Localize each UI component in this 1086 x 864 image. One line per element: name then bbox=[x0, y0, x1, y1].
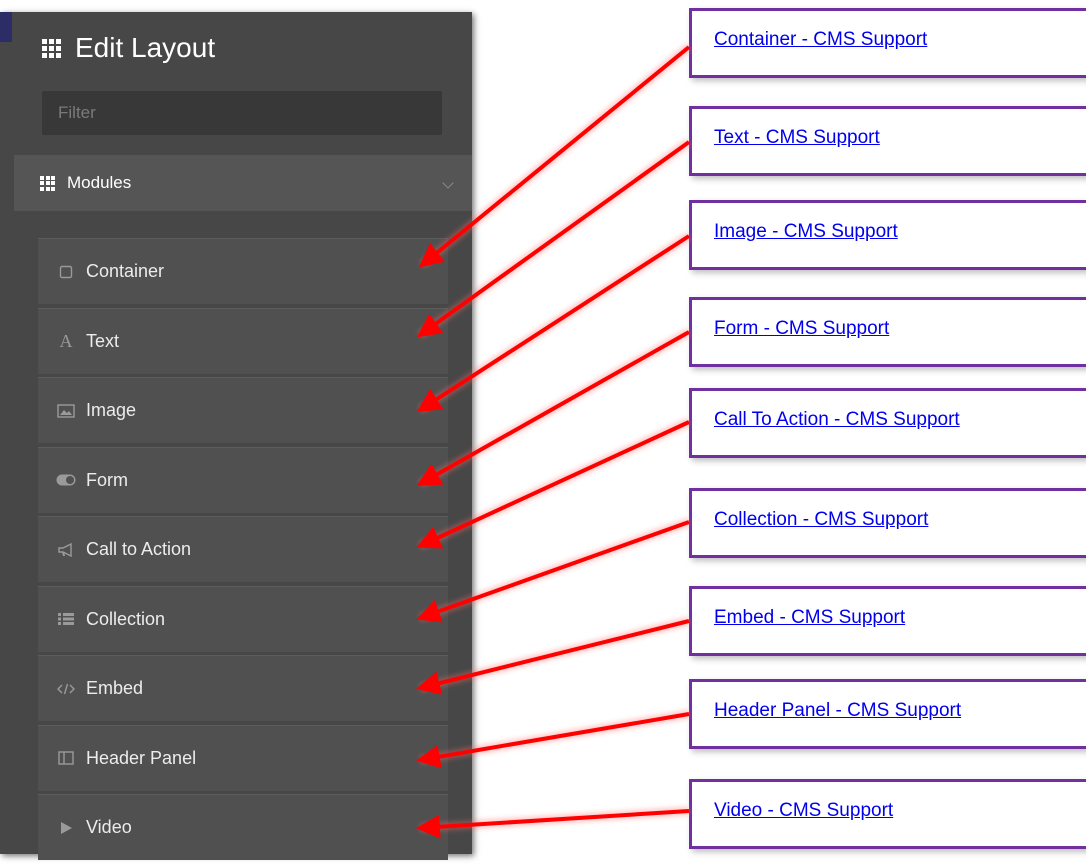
module-label: Container bbox=[86, 261, 165, 281]
link-image-cms-support[interactable]: Image - CMS Support bbox=[714, 221, 898, 243]
link-box-image: Image - CMS Support bbox=[689, 200, 1086, 270]
module-label: Text bbox=[86, 330, 120, 351]
link-box-collection: Collection - CMS Support bbox=[689, 488, 1086, 558]
module-label: Embed bbox=[86, 678, 144, 698]
link-text-cms-support[interactable]: Text - CMS Support bbox=[714, 127, 880, 149]
toggle-icon bbox=[56, 470, 76, 490]
module-item-form[interactable]: Form bbox=[38, 446, 448, 513]
module-item-image[interactable]: Image bbox=[38, 377, 448, 443]
link-video-cms-support[interactable]: Video - CMS Support bbox=[714, 800, 893, 822]
modules-label: Modules bbox=[67, 173, 132, 192]
play-icon bbox=[56, 818, 76, 838]
square-outline-icon bbox=[56, 262, 76, 282]
module-item-embed[interactable]: Embed bbox=[38, 655, 448, 721]
grid-icon bbox=[40, 175, 55, 191]
link-box-video: Video - CMS Support bbox=[689, 779, 1086, 849]
window-edge bbox=[0, 12, 12, 42]
link-call-to-action-cms-support[interactable]: Call To Action - CMS Support bbox=[714, 409, 960, 431]
panel-icon bbox=[56, 748, 76, 768]
module-label: Header Panel bbox=[86, 747, 197, 768]
list-icon bbox=[56, 609, 76, 629]
link-embed-cms-support[interactable]: Embed - CMS Support bbox=[714, 607, 905, 629]
link-container-cms-support[interactable]: Container - CMS Support bbox=[714, 29, 927, 51]
module-label: Call to Action bbox=[86, 539, 192, 559]
module-item-collection[interactable]: Collection bbox=[38, 585, 448, 652]
module-item-container[interactable]: Container bbox=[38, 238, 448, 304]
module-item-video[interactable]: Video bbox=[38, 794, 448, 860]
link-box-container: Container - CMS Support bbox=[689, 8, 1086, 78]
link-header-panel-cms-support[interactable]: Header Panel - CMS Support bbox=[714, 700, 961, 722]
grid-icon bbox=[42, 38, 61, 58]
text-a-icon: A bbox=[59, 330, 73, 351]
module-item-call-to-action[interactable]: Call to Action bbox=[38, 516, 448, 582]
link-box-call-to-action: Call To Action - CMS Support bbox=[689, 388, 1086, 458]
module-label: Video bbox=[86, 817, 132, 837]
filter-input[interactable] bbox=[42, 91, 442, 135]
code-icon bbox=[56, 679, 76, 699]
panel-title-text: Edit Layout bbox=[75, 32, 216, 63]
link-box-form: Form - CMS Support bbox=[689, 297, 1086, 367]
module-item-text[interactable]: A Text bbox=[38, 307, 448, 374]
module-label: Form bbox=[86, 469, 128, 490]
link-form-cms-support[interactable]: Form - CMS Support bbox=[714, 318, 889, 340]
modules-section-header[interactable]: Modules bbox=[14, 155, 472, 211]
module-item-header-panel[interactable]: Header Panel bbox=[38, 724, 448, 791]
link-box-text: Text - CMS Support bbox=[689, 106, 1086, 176]
chevron-down-icon[interactable] bbox=[442, 177, 454, 189]
megaphone-icon bbox=[56, 540, 76, 560]
link-box-embed: Embed - CMS Support bbox=[689, 586, 1086, 656]
link-box-header-panel: Header Panel - CMS Support bbox=[689, 679, 1086, 749]
module-label: Collection bbox=[86, 608, 166, 629]
link-collection-cms-support[interactable]: Collection - CMS Support bbox=[714, 509, 928, 531]
panel-title: Edit Layout bbox=[42, 22, 215, 74]
module-label: Image bbox=[86, 400, 137, 420]
module-list: Container A Text Image Form Call to Acti… bbox=[38, 238, 448, 864]
image-icon bbox=[56, 401, 76, 421]
